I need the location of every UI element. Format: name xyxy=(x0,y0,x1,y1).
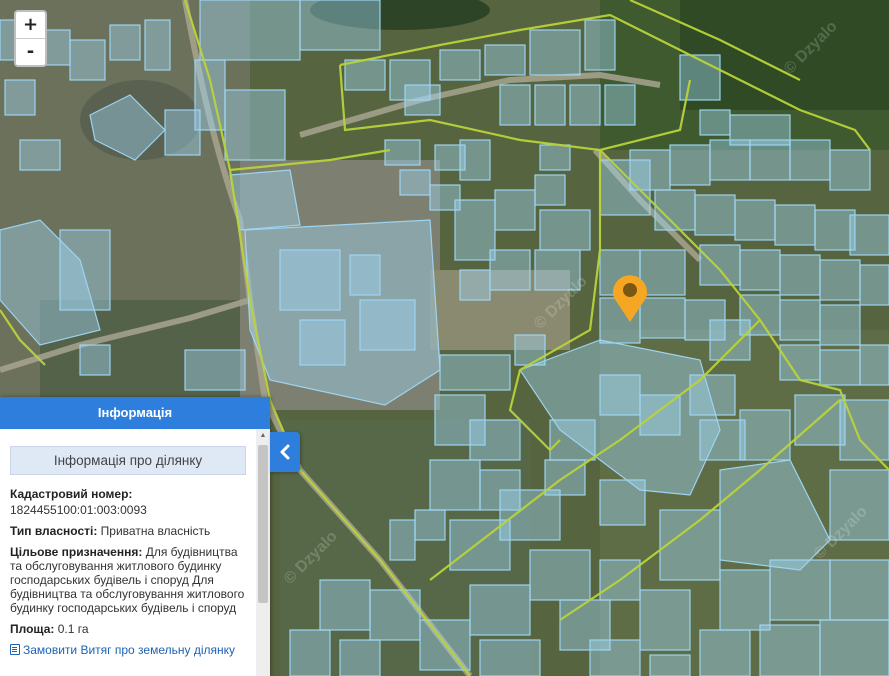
panel-collapse-button[interactable] xyxy=(270,432,300,472)
document-icon xyxy=(10,644,20,655)
zoom-out-button[interactable]: - xyxy=(16,38,45,65)
cadastral-label: Кадастровий номер: xyxy=(10,487,133,501)
area-label: Площа: xyxy=(10,622,55,636)
zoom-control: + - xyxy=(14,10,47,67)
ownership-value: Приватна власність xyxy=(100,524,211,538)
cadastral-row: Кадастровий номер: 1824455100:01:003:009… xyxy=(10,487,246,517)
scroll-up-arrow-icon[interactable]: ▲ xyxy=(256,429,270,443)
purpose-row: Цільове призначення: Для будівництва та … xyxy=(10,545,246,615)
panel-body: Інформація про ділянку Кадастровий номер… xyxy=(0,429,256,676)
chevron-left-icon xyxy=(280,444,290,460)
info-panel: Інформація Інформація про ділянку Кадаст… xyxy=(0,397,270,676)
panel-scrollbar[interactable]: ▲ xyxy=(256,429,270,676)
purpose-label: Цільове призначення: xyxy=(10,545,143,559)
ownership-row: Тип власності: Приватна власність xyxy=(10,524,246,538)
scrollbar-thumb[interactable] xyxy=(258,445,268,603)
area-value: 0.1 га xyxy=(57,622,89,636)
zoom-in-button[interactable]: + xyxy=(16,12,45,38)
area-row: Площа: 0.1 га xyxy=(10,622,246,636)
cadastral-value: 1824455100:01:003:0093 xyxy=(10,503,147,517)
order-extract-link[interactable]: Замовити Витяг про земельну ділянку xyxy=(10,643,246,657)
parcel-info-title: Інформація про ділянку xyxy=(10,446,246,475)
panel-header: Інформація xyxy=(0,397,270,429)
order-extract-link-text: Замовити Витяг про земельну ділянку xyxy=(23,643,236,657)
ownership-label: Тип власності: xyxy=(10,524,98,538)
